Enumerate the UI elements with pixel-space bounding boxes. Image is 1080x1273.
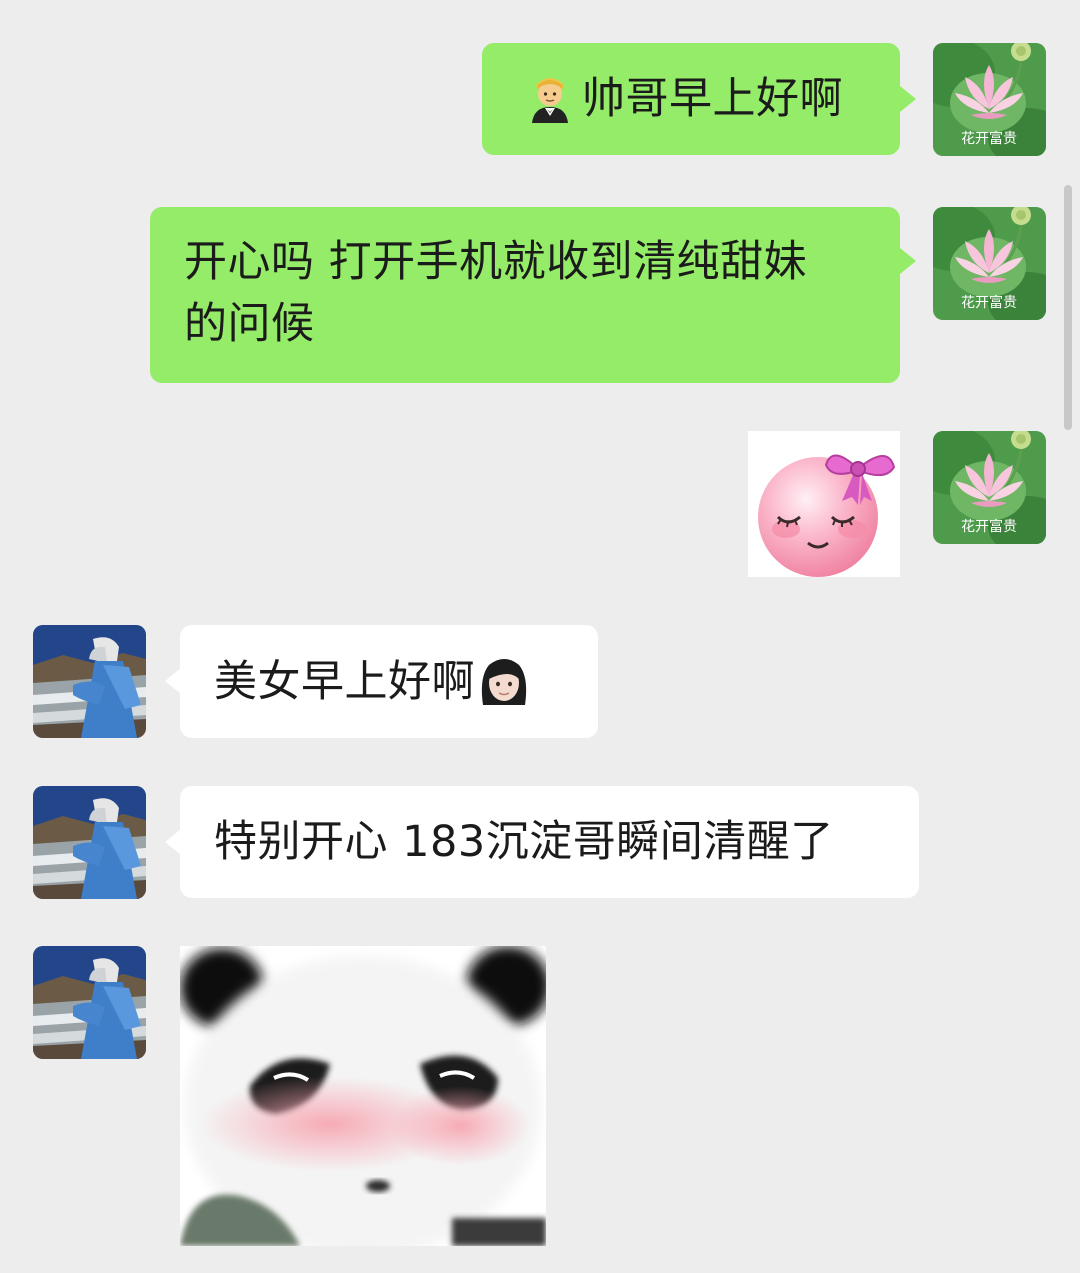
message-bubble-self[interactable]: 开心吗 打开手机就收到清纯甜妹 的问候 bbox=[150, 207, 900, 383]
self-avatar[interactable]: 花开富贵 bbox=[933, 207, 1046, 320]
avatar-caption: 花开富贵 bbox=[961, 294, 1017, 311]
contact-avatar[interactable] bbox=[33, 786, 146, 899]
message-text-line: 的问候 bbox=[184, 299, 315, 349]
person-in-tuxedo-icon bbox=[526, 71, 574, 123]
message-bubble-self[interactable]: 帅哥早上好啊 bbox=[482, 43, 900, 155]
scrollbar[interactable] bbox=[1064, 185, 1072, 430]
bubble-tail bbox=[165, 668, 181, 694]
message-text: 特别开心 183沉淀哥瞬间清醒了 bbox=[214, 817, 834, 867]
contact-avatar[interactable] bbox=[33, 625, 146, 738]
sticker-pink-smiley-with-bow[interactable] bbox=[748, 431, 900, 577]
bubble-tail bbox=[900, 248, 916, 274]
message-bubble-contact[interactable]: 特别开心 183沉淀哥瞬间清醒了 bbox=[180, 786, 919, 898]
message-text: 美女早上好啊 bbox=[214, 657, 475, 707]
bubble-tail bbox=[165, 829, 181, 855]
self-avatar[interactable]: 花开富贵 bbox=[933, 431, 1046, 544]
bubble-tail bbox=[900, 86, 916, 112]
message-bubble-contact[interactable]: 美女早上好啊 bbox=[180, 625, 598, 738]
avatar-caption: 花开富贵 bbox=[961, 130, 1017, 147]
avatar-caption: 花开富贵 bbox=[961, 518, 1017, 535]
message-text-line: 开心吗 打开手机就收到清纯甜妹 bbox=[184, 237, 808, 287]
woman-face-icon bbox=[475, 651, 533, 709]
message-text: 帅哥早上好啊 bbox=[582, 74, 843, 124]
contact-avatar[interactable] bbox=[33, 946, 146, 1059]
sticker-blushing-panda-meme[interactable] bbox=[180, 946, 546, 1246]
self-avatar[interactable]: 花开富贵 bbox=[933, 43, 1046, 156]
